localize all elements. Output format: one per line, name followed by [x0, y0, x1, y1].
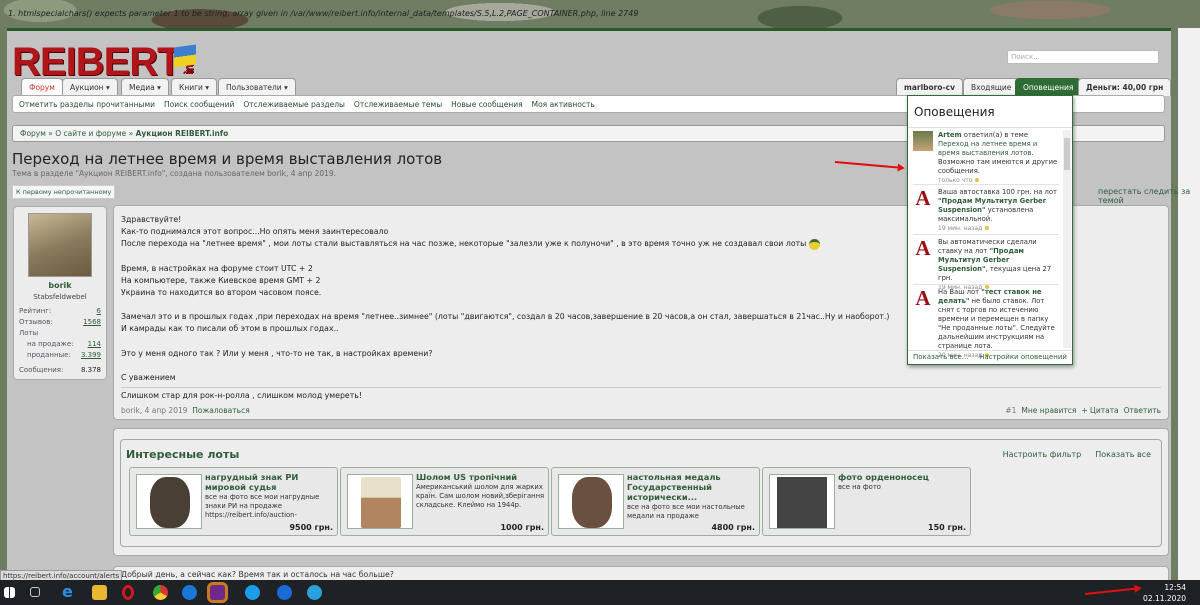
report-link[interactable]: Пожаловаться — [192, 406, 249, 415]
red-arrow-annotation — [1084, 587, 1140, 595]
opera-icon[interactable] — [122, 585, 134, 600]
file-explorer-icon[interactable] — [92, 585, 107, 600]
interesting-lots-panel: Интересные лоты Настроить фильтр Показать… — [113, 428, 1169, 556]
lot-image[interactable] — [558, 474, 624, 529]
system-clock[interactable]: 12:54 02.11.2020 — [1143, 582, 1186, 604]
alert-item[interactable]: A Ваша автоставка 100 грн. на лот "Продам… — [913, 184, 1059, 233]
task-view-icon[interactable] — [30, 587, 40, 597]
tab-auction[interactable]: Аукцион ▾ — [62, 78, 118, 96]
alerts-popup: Оповещения Artem ответил(а) в теме Перех… — [907, 95, 1073, 365]
lot-card[interactable]: Шолом US тропічний Американський шолом дл… — [340, 467, 549, 536]
search-input[interactable]: Поиск... — [1007, 50, 1159, 64]
filter-link[interactable]: Настроить фильтр — [1003, 450, 1082, 459]
stop-watching-link[interactable]: перестать следить за темой — [1098, 187, 1200, 205]
telegram-icon[interactable] — [307, 585, 322, 600]
tab-books[interactable]: Книги ▾ — [171, 78, 218, 96]
windows-start-icon[interactable] — [4, 587, 15, 598]
stat-lots: Лоты — [19, 329, 39, 337]
subnav-watched-threads[interactable]: Отслеживаемые темы — [354, 100, 442, 109]
post-actions: #1 Мне нравится + Цитата Ответить — [1000, 405, 1161, 417]
stat-messages: Сообщения: 8.378 — [19, 366, 101, 374]
lot-image[interactable] — [347, 474, 413, 529]
auction-a-icon: A — [915, 286, 931, 310]
stat-on-sale: на продаже: 114 — [27, 340, 101, 348]
ukraine-flag-icon — [174, 44, 196, 68]
user-info-box: borik Stabsfeldwebel Рейтинг: 6 Отзывов: 1… — [13, 206, 107, 380]
alerts-scrollbar[interactable] — [1063, 130, 1071, 348]
avatar[interactable] — [28, 213, 92, 277]
username[interactable]: borik — [19, 281, 101, 290]
tab-users[interactable]: Пользователи ▾ — [218, 78, 296, 96]
lot-image[interactable] — [769, 474, 835, 529]
auction-a-icon: A — [915, 186, 931, 210]
alert-settings-link[interactable]: Настройки оповещений — [979, 353, 1067, 362]
subnav-watched-forums[interactable]: Отслеживаемые разделы — [243, 100, 345, 109]
browser-scrollbar[interactable] — [1178, 28, 1200, 580]
subnav-search[interactable]: Поиск сообщений — [164, 100, 234, 109]
smiley-icon — [808, 238, 820, 250]
stat-rating: Рейтинг: 6 — [19, 307, 101, 315]
like-button[interactable]: Мне нравится — [1021, 406, 1076, 415]
phpstorm-icon[interactable] — [207, 582, 228, 603]
breadcrumb-forum[interactable]: Форум — [20, 129, 46, 138]
lots-title: Интересные лоты — [126, 448, 240, 461]
alerts-title: Оповещения — [908, 96, 1072, 128]
post-line: С уважением — [121, 372, 176, 382]
auction-a-icon: A — [915, 236, 931, 260]
subnav-new-posts[interactable]: Новые сообщения — [451, 100, 522, 109]
account-user-tab[interactable]: marlboro-cv — [896, 78, 963, 96]
show-all-alerts-link[interactable]: Показать все... — [913, 353, 968, 362]
tab-media[interactable]: Медиа ▾ — [121, 78, 169, 96]
alert-item[interactable]: Artem ответил(а) в теме Переход на летне… — [913, 131, 1059, 185]
signature: Слишком стар для рок-н-ролла , слишком м… — [121, 387, 1161, 402]
alert-item[interactable]: A На Ваш лот "тест ставок не делать" не б… — [913, 284, 1059, 360]
firefox-icon[interactable] — [182, 585, 197, 600]
breadcrumb-about[interactable]: О сайте и форуме — [55, 129, 126, 138]
chrome-icon[interactable] — [153, 585, 168, 600]
user-avatar-icon — [913, 131, 933, 151]
page-title: Переход на летнее время и время выставле… — [12, 150, 443, 168]
stat-sold: проданные: 3.399 — [27, 351, 101, 359]
alerts-tab[interactable]: Оповещения — [1015, 78, 1082, 96]
maps-icon[interactable] — [277, 585, 292, 600]
stat-reviews: Отзывов: 1568 — [19, 318, 101, 326]
breadcrumb-auction[interactable]: Аукцион REIBERT.info — [136, 129, 229, 138]
lot-card[interactable]: нагрудный знак РИ мировой судья все на фо… — [129, 467, 338, 536]
lot-image[interactable] — [136, 474, 202, 529]
lot-card[interactable]: фото орденоносец все на фото 150 грн. — [762, 467, 971, 536]
subnav-mark-read[interactable]: Отметить разделы прочитанными — [19, 100, 155, 109]
user-title: Stabsfeldwebel — [33, 293, 87, 301]
skype-icon[interactable] — [245, 585, 260, 600]
thread-description: Тема в разделе "Аукцион REIBERT.info", с… — [12, 169, 337, 178]
post-meta: borik, 4 апр 2019 Пожаловаться — [121, 406, 250, 415]
subnav-my-activity[interactable]: Моя активность — [532, 100, 595, 109]
first-unread-button[interactable]: К первому непрочитанному — [12, 185, 116, 199]
reply-button[interactable]: Ответить — [1124, 406, 1161, 415]
edge-icon[interactable]: e — [62, 584, 77, 600]
money-tab[interactable]: Деньги: 40,00 грн — [1078, 78, 1172, 96]
windows-taskbar: e 12:54 02.11.2020 — [0, 580, 1200, 605]
show-all-link[interactable]: Показать все — [1095, 450, 1151, 459]
lot-card[interactable]: настольная медаль Государственный истори… — [551, 467, 760, 536]
post-number[interactable]: #1 — [1005, 406, 1016, 415]
quote-button[interactable]: + Цитата — [1081, 406, 1118, 415]
inbox-tab[interactable]: Входящие — [963, 78, 1020, 96]
php-error-message: 1. htmlspecialchars() expects parameter … — [8, 9, 639, 18]
